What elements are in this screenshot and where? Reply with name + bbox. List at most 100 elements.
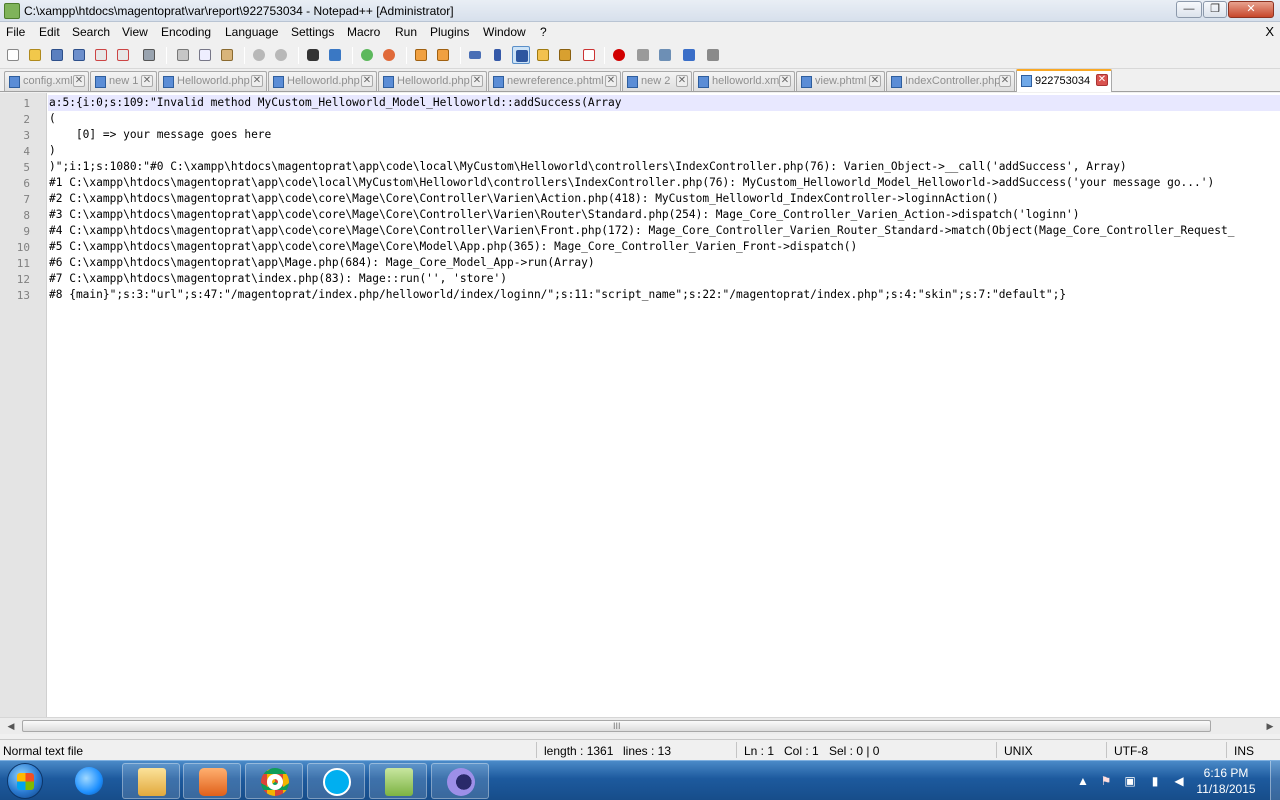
device-icon[interactable]: ▣ — [1123, 774, 1137, 788]
code-line[interactable]: #4 C:\xampp\htdocs\magentoprat\app\code\… — [48, 223, 1280, 239]
tab-close-icon[interactable]: ✕ — [1096, 74, 1108, 86]
code-line[interactable]: #3 C:\xampp\htdocs\magentoprat\app\code\… — [48, 207, 1280, 223]
tab-close-icon[interactable]: ✕ — [141, 75, 153, 87]
find-icon[interactable] — [304, 46, 322, 64]
function-list-icon[interactable] — [580, 46, 598, 64]
code-line[interactable]: #7 C:\xampp\htdocs\magentoprat\index.php… — [48, 271, 1280, 287]
scroll-right-icon[interactable]: ▶ — [1262, 719, 1278, 733]
tab-close-icon[interactable]: ✕ — [676, 75, 688, 87]
action-center-icon[interactable]: ⚑ — [1099, 774, 1113, 788]
menu-encoding[interactable]: Encoding — [161, 25, 211, 39]
scroll-left-icon[interactable]: ◀ — [3, 719, 19, 733]
copy-icon[interactable] — [196, 46, 214, 64]
new-file-icon[interactable] — [4, 46, 22, 64]
taskbar-eclipse[interactable] — [431, 763, 489, 799]
tab-helloworld-php-2[interactable]: Helloworld.php ✕ — [268, 71, 377, 91]
menu-settings[interactable]: Settings — [291, 25, 334, 39]
tab-config-xml[interactable]: config.xml ✕ — [4, 71, 89, 91]
tab-922753034[interactable]: 922753034 ✕ — [1016, 69, 1112, 92]
menu-file[interactable]: File — [6, 25, 25, 39]
user-define-icon[interactable] — [534, 46, 552, 64]
zoom-out-icon[interactable] — [380, 46, 398, 64]
taskbar-chrome[interactable] — [245, 763, 303, 799]
print-icon[interactable] — [140, 46, 158, 64]
redo-icon[interactable] — [272, 46, 290, 64]
close-document-button[interactable]: X — [1265, 24, 1274, 39]
open-file-icon[interactable] — [26, 46, 44, 64]
menu-edit[interactable]: Edit — [39, 25, 60, 39]
paste-icon[interactable] — [218, 46, 236, 64]
menu-plugins[interactable]: Plugins — [430, 25, 469, 39]
code-line[interactable]: #2 C:\xampp\htdocs\magentoprat\app\code\… — [48, 191, 1280, 207]
code-line[interactable]: #6 C:\xampp\htdocs\magentoprat\app\Mage.… — [48, 255, 1280, 271]
close-file-icon[interactable] — [92, 46, 110, 64]
tab-close-icon[interactable]: ✕ — [471, 75, 483, 87]
tab-close-icon[interactable]: ✕ — [361, 75, 373, 87]
tab-indexcontroller-php[interactable]: IndexController.php ✕ — [886, 71, 1015, 91]
code-line[interactable]: #8 {main}";s:3:"url";s:47:"/magentoprat/… — [48, 287, 1280, 303]
minimize-button[interactable]: — — [1176, 1, 1202, 18]
tab-helloworld-php-1[interactable]: Helloworld.php ✕ — [158, 71, 267, 91]
menu-search[interactable]: Search — [72, 25, 110, 39]
tab-close-icon[interactable]: ✕ — [73, 75, 85, 87]
taskbar-internet-explorer[interactable] — [60, 763, 118, 799]
sync-horizontal-icon[interactable] — [434, 46, 452, 64]
cut-icon[interactable] — [174, 46, 192, 64]
tab-close-icon[interactable]: ✕ — [779, 75, 791, 87]
code-line[interactable]: #1 C:\xampp\htdocs\magentoprat\app\code\… — [48, 175, 1280, 191]
code-line[interactable]: ( — [48, 111, 1280, 127]
tab-helloworld-php-3[interactable]: Helloworld.php ✕ — [378, 71, 487, 91]
save-icon[interactable] — [48, 46, 66, 64]
taskbar-notepad-plus-plus[interactable] — [369, 763, 427, 799]
start-button[interactable] — [7, 763, 43, 799]
code-line[interactable]: #5 C:\xampp\htdocs\magentoprat\app\code\… — [48, 239, 1280, 255]
replace-icon[interactable] — [326, 46, 344, 64]
tab-new-1[interactable]: new 1 ✕ — [90, 71, 157, 91]
zoom-in-icon[interactable] — [358, 46, 376, 64]
menu-macro[interactable]: Macro — [347, 25, 380, 39]
tab-close-icon[interactable]: ✕ — [999, 75, 1011, 87]
code-line[interactable]: ) — [48, 143, 1280, 159]
menu-window[interactable]: Window — [483, 25, 526, 39]
play-macro-icon[interactable] — [656, 46, 674, 64]
doc-map-icon[interactable] — [556, 46, 574, 64]
word-wrap-icon[interactable] — [466, 46, 484, 64]
code-line[interactable]: [0] => your message goes here — [48, 127, 1280, 143]
undo-icon[interactable] — [250, 46, 268, 64]
tab-helloworld-xml[interactable]: helloworld.xml ✕ — [693, 71, 795, 91]
sync-vertical-icon[interactable] — [412, 46, 430, 64]
taskbar-file-explorer[interactable] — [122, 763, 180, 799]
menu-help[interactable]: ? — [540, 25, 547, 39]
taskbar-media-player[interactable] — [183, 763, 241, 799]
system-clock[interactable]: 6:16 PM 11/18/2015 — [1190, 765, 1262, 797]
close-all-icon[interactable] — [114, 46, 132, 64]
indent-guide-icon[interactable] — [512, 46, 530, 64]
text-editor[interactable]: 1 a:5:{i:0;s:109:"Invalid method MyCustom… — [0, 93, 1280, 717]
code-line[interactable]: )";i:1;s:1080:"#0 C:\xampp\htdocs\magent… — [48, 159, 1280, 175]
code-line[interactable]: a:5:{i:0;s:109:"Invalid method MyCustom_… — [48, 95, 1280, 111]
tab-newreference-phtml[interactable]: newreference.phtml ✕ — [488, 71, 621, 91]
network-icon[interactable]: ▮ — [1148, 774, 1162, 788]
show-all-chars-icon[interactable] — [488, 46, 506, 64]
horizontal-scrollbar[interactable]: ◀ III ▶ — [0, 717, 1280, 734]
tab-new-2[interactable]: new 2 ✕ — [622, 71, 692, 91]
menu-run[interactable]: Run — [395, 25, 417, 39]
tab-close-icon[interactable]: ✕ — [869, 75, 881, 87]
save-macro-icon[interactable] — [704, 46, 722, 64]
stop-macro-icon[interactable] — [634, 46, 652, 64]
run-macro-multiple-icon[interactable] — [680, 46, 698, 64]
taskbar-skype[interactable] — [307, 763, 365, 799]
tab-close-icon[interactable]: ✕ — [251, 75, 263, 87]
show-desktop-button[interactable] — [1270, 761, 1280, 800]
show-hidden-icons-icon[interactable]: ▲ — [1076, 774, 1090, 788]
record-macro-icon[interactable] — [610, 46, 628, 64]
menu-view[interactable]: View — [122, 25, 148, 39]
tab-close-icon[interactable]: ✕ — [605, 75, 617, 87]
menu-language[interactable]: Language — [225, 25, 278, 39]
scrollbar-thumb[interactable]: III — [22, 720, 1211, 732]
close-window-button[interactable]: ✕ — [1228, 1, 1274, 18]
maximize-button[interactable]: ❐ — [1203, 1, 1227, 18]
save-all-icon[interactable] — [70, 46, 88, 64]
tab-view-phtml[interactable]: view.phtml ✕ — [796, 71, 885, 91]
volume-icon[interactable]: ◀ — [1172, 774, 1186, 788]
